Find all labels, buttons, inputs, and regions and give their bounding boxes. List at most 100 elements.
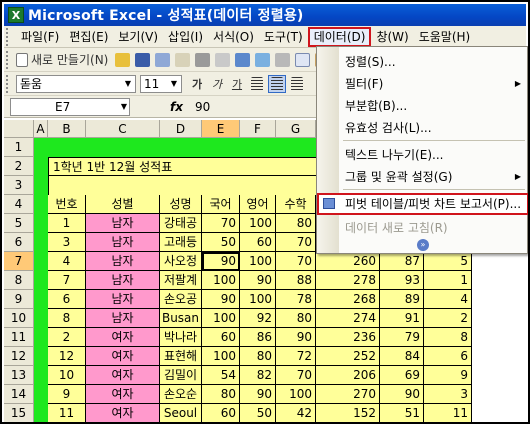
copy-button[interactable] bbox=[293, 51, 311, 69]
menu-tools[interactable]: 도구(T) bbox=[259, 27, 308, 47]
underline-button[interactable]: 가 bbox=[228, 75, 246, 93]
table-cell[interactable]: 206 bbox=[316, 366, 380, 385]
table-cell[interactable]: 69 bbox=[380, 366, 424, 385]
cut-button[interactable] bbox=[273, 51, 291, 69]
table-cell[interactable]: 여자 bbox=[86, 404, 160, 422]
row-header-12[interactable]: 12 bbox=[4, 347, 34, 366]
row-header-14[interactable]: 14 bbox=[4, 385, 34, 404]
table-cell[interactable]: 252 bbox=[316, 347, 380, 366]
table-cell[interactable]: 50 bbox=[202, 233, 240, 252]
header-cell[interactable]: 번호 bbox=[48, 195, 86, 214]
table-cell[interactable]: 89 bbox=[380, 290, 424, 309]
table-cell[interactable]: 260 bbox=[316, 252, 380, 271]
row-header-2[interactable]: 2 bbox=[4, 157, 34, 176]
table-cell[interactable]: 고래등 bbox=[160, 233, 202, 252]
table-cell[interactable]: 86 bbox=[240, 328, 276, 347]
table-cell[interactable]: 8 bbox=[48, 309, 86, 328]
table-cell[interactable]: 여자 bbox=[86, 328, 160, 347]
menu-help[interactable]: 도움말(H) bbox=[414, 27, 476, 47]
data-menu-item[interactable]: 유효성 검사(L)... bbox=[317, 117, 527, 139]
table-cell[interactable]: 270 bbox=[316, 385, 380, 404]
table-cell[interactable]: 남자 bbox=[86, 252, 160, 271]
col-header-d[interactable]: D bbox=[160, 120, 202, 138]
menu-grip[interactable] bbox=[6, 27, 16, 46]
italic-button[interactable]: 가 bbox=[208, 75, 226, 93]
table-cell[interactable]: 6 bbox=[48, 290, 86, 309]
table-cell[interactable]: 87 bbox=[380, 252, 424, 271]
table-cell[interactable]: 4 bbox=[48, 252, 86, 271]
align-center-button[interactable] bbox=[268, 74, 286, 93]
print-button[interactable] bbox=[193, 51, 211, 69]
table-cell[interactable]: 강태공 bbox=[160, 214, 202, 233]
table-cell[interactable]: 88 bbox=[276, 271, 316, 290]
data-menu-item[interactable]: 그룹 및 윤곽 설정(G) ▶ bbox=[317, 166, 527, 188]
menu-file[interactable]: 파일(F) bbox=[16, 27, 64, 47]
research-button[interactable] bbox=[253, 51, 271, 69]
table-cell[interactable]: 8 bbox=[424, 328, 472, 347]
table-cell[interactable]: Busan bbox=[160, 309, 202, 328]
table-cell[interactable]: 90 bbox=[240, 385, 276, 404]
table-cell[interactable]: 152 bbox=[316, 404, 380, 422]
table-cell[interactable]: 5 bbox=[424, 252, 472, 271]
menu-view[interactable]: 보기(V) bbox=[113, 27, 163, 47]
fx-icon[interactable]: fx bbox=[170, 100, 183, 114]
save-button[interactable] bbox=[133, 51, 151, 69]
menu-window[interactable]: 창(W) bbox=[371, 27, 413, 47]
table-cell[interactable]: 여자 bbox=[86, 385, 160, 404]
table-cell[interactable]: 남자 bbox=[86, 309, 160, 328]
table-cell[interactable]: 274 bbox=[316, 309, 380, 328]
table-cell[interactable]: 박나라 bbox=[160, 328, 202, 347]
menu-insert[interactable]: 삽입(I) bbox=[163, 27, 208, 47]
data-menu-item[interactable]: 피벗 테이블/피벗 차트 보고서(P)... bbox=[317, 193, 528, 215]
table-cell[interactable]: 사오정 bbox=[160, 252, 202, 271]
row-header-4[interactable]: 4 bbox=[4, 195, 34, 214]
data-menu-item[interactable]: 정렬(S)... bbox=[317, 51, 527, 73]
header-cell[interactable]: 성별 bbox=[86, 195, 160, 214]
table-cell[interactable]: 80 bbox=[240, 347, 276, 366]
col-header-b[interactable]: B bbox=[48, 120, 86, 138]
table-cell[interactable]: 100 bbox=[202, 271, 240, 290]
table-cell[interactable]: 남자 bbox=[86, 290, 160, 309]
table-cell[interactable]: 6 bbox=[424, 347, 472, 366]
table-cell[interactable]: 김밀이 bbox=[160, 366, 202, 385]
header-cell[interactable]: 수학 bbox=[276, 195, 316, 214]
row-header-5[interactable]: 5 bbox=[4, 214, 34, 233]
table-cell[interactable]: 70 bbox=[276, 366, 316, 385]
row-header-7[interactable]: 7 bbox=[4, 252, 34, 271]
table-cell[interactable]: 42 bbox=[276, 404, 316, 422]
table-cell[interactable]: 93 bbox=[380, 271, 424, 290]
spelling-button[interactable] bbox=[233, 51, 251, 69]
table-cell[interactable]: 70 bbox=[276, 252, 316, 271]
toolbar-grip[interactable] bbox=[6, 50, 16, 69]
table-cell[interactable]: 남자 bbox=[86, 214, 160, 233]
table-cell[interactable]: 90 bbox=[240, 271, 276, 290]
align-right-button[interactable] bbox=[288, 75, 306, 93]
table-cell[interactable]: 100 bbox=[240, 252, 276, 271]
email-button[interactable] bbox=[173, 51, 191, 69]
expand-menu-icon[interactable]: » bbox=[417, 239, 429, 251]
table-cell[interactable]: 100 bbox=[276, 385, 316, 404]
print-preview-button[interactable] bbox=[213, 51, 231, 69]
table-cell[interactable]: 100 bbox=[240, 214, 276, 233]
table-cell[interactable]: 저팔계 bbox=[160, 271, 202, 290]
table-cell[interactable]: 80 bbox=[276, 309, 316, 328]
table-cell[interactable]: 1 bbox=[48, 214, 86, 233]
row-header-11[interactable]: 11 bbox=[4, 328, 34, 347]
row-header-3[interactable]: 3 bbox=[4, 176, 34, 195]
table-cell[interactable]: 51 bbox=[380, 404, 424, 422]
table-cell[interactable]: 남자 bbox=[86, 271, 160, 290]
table-cell[interactable]: 11 bbox=[424, 404, 472, 422]
col-header-g[interactable]: G bbox=[276, 120, 316, 138]
data-menu-item[interactable]: 데이터 새로 고침(R) bbox=[317, 217, 527, 239]
table-cell[interactable]: 90 bbox=[380, 385, 424, 404]
table-cell[interactable]: 1 bbox=[424, 271, 472, 290]
formula-value[interactable]: 90 bbox=[195, 100, 210, 114]
table-cell[interactable]: 278 bbox=[316, 271, 380, 290]
table-cell[interactable]: 100 bbox=[202, 309, 240, 328]
table-cell[interactable]: 60 bbox=[202, 328, 240, 347]
table-cell[interactable]: 표현해 bbox=[160, 347, 202, 366]
col-header-e[interactable]: E bbox=[202, 120, 240, 138]
open-button[interactable] bbox=[113, 51, 131, 69]
header-cell[interactable]: 국어 bbox=[202, 195, 240, 214]
permission-button[interactable] bbox=[153, 51, 171, 69]
